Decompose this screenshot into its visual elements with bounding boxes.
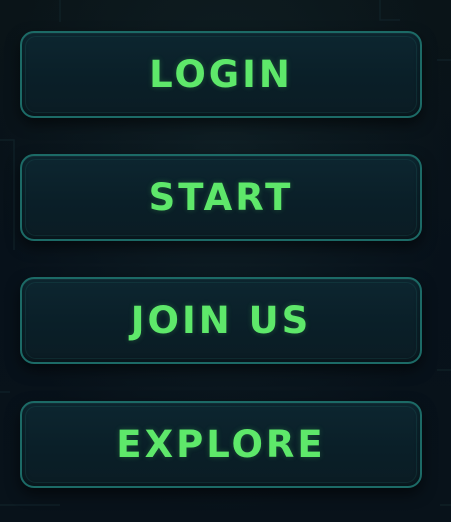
login-button-label: LOGIN [149,53,293,96]
start-button[interactable]: START [20,154,422,241]
login-button[interactable]: LOGIN [20,31,422,118]
explore-button[interactable]: EXPLORE [20,401,422,488]
join-us-button-label: JOIN US [130,299,312,342]
join-us-button[interactable]: JOIN US [20,277,422,364]
start-button-label: START [148,176,294,219]
main-menu: LOGIN START JOIN US EXPLORE [0,0,451,522]
explore-button-label: EXPLORE [116,423,326,466]
